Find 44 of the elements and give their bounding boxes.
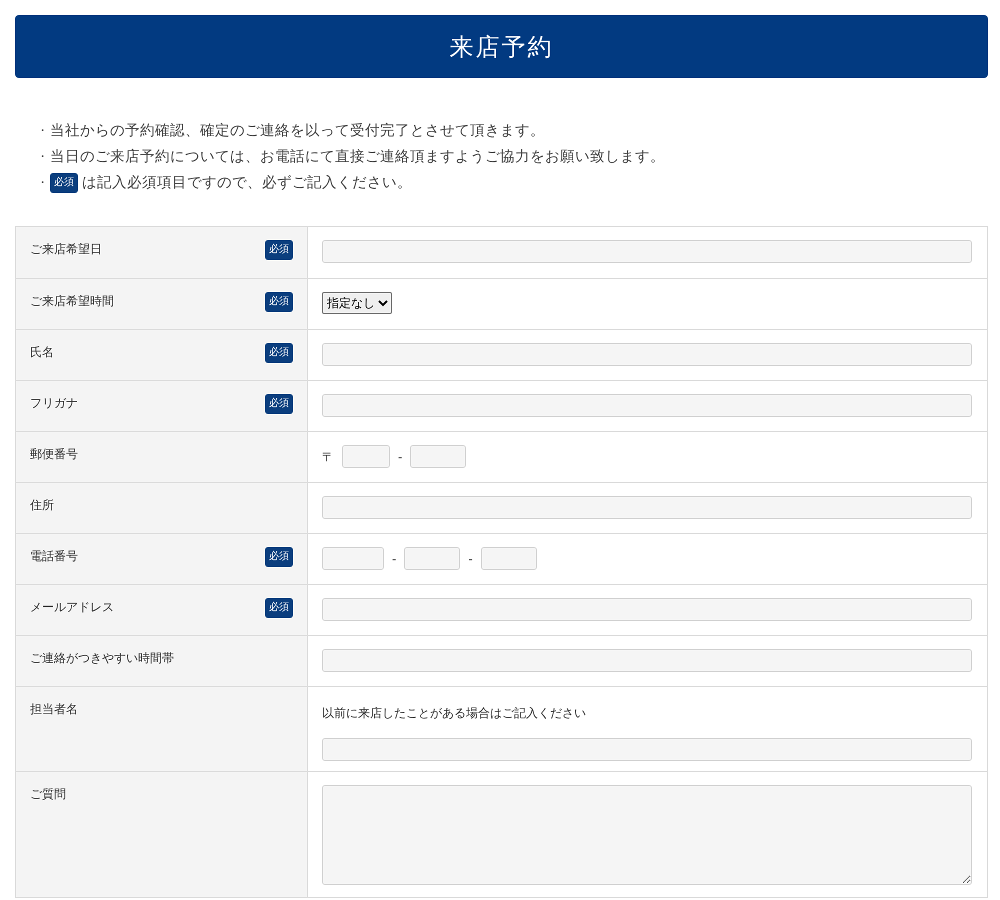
input-field[interactable] bbox=[322, 547, 384, 570]
required-badge: 必須 bbox=[265, 598, 293, 618]
field-label: フリガナ bbox=[30, 395, 78, 412]
input-field[interactable] bbox=[404, 547, 460, 570]
postal-mark: 〒 bbox=[322, 448, 334, 466]
note-text: は記入必須項目ですので、必ずご記入ください。 bbox=[82, 174, 412, 193]
input-field[interactable] bbox=[322, 343, 972, 366]
field-label: 住所 bbox=[30, 497, 54, 514]
required-badge: 必須 bbox=[265, 343, 293, 363]
hint-text: 以前に来店したことがある場合はご記入ください bbox=[322, 705, 587, 722]
field-label: 郵便番号 bbox=[30, 446, 78, 463]
input-field[interactable] bbox=[322, 394, 972, 417]
field-label: ご質問 bbox=[30, 786, 66, 803]
required-badge: 必須 bbox=[50, 173, 78, 193]
textarea-field[interactable] bbox=[322, 785, 972, 885]
field-label: ご連絡がつきやすい時間帯 bbox=[30, 650, 174, 667]
separator-text: - bbox=[392, 550, 396, 568]
required-badge: 必須 bbox=[265, 240, 293, 260]
input-field[interactable] bbox=[410, 445, 466, 468]
input-field[interactable] bbox=[322, 496, 972, 519]
page-title: 来店予約 bbox=[15, 15, 988, 78]
bullet-mark: ・ bbox=[37, 175, 48, 191]
input-field[interactable] bbox=[322, 738, 972, 761]
bullet-mark: ・ bbox=[37, 123, 48, 139]
note-text: 当社からの予約確認、確定のご連絡を以って受付完了とさせて頂きます。 bbox=[50, 122, 545, 141]
input-field[interactable] bbox=[322, 649, 972, 672]
time-select[interactable]: 指定なし bbox=[322, 292, 392, 314]
input-field[interactable] bbox=[480, 547, 537, 570]
bullet-mark: ・ bbox=[37, 149, 48, 165]
input-field[interactable] bbox=[342, 445, 390, 468]
note-text: 当日のご来店予約については、お電話にて直接ご連絡頂ますようご協力をお願い致します。 bbox=[50, 148, 665, 167]
required-badge: 必須 bbox=[265, 547, 293, 567]
field-label: ご来店希望日 bbox=[30, 241, 102, 258]
input-field[interactable] bbox=[322, 240, 972, 263]
field-label: 担当者名 bbox=[30, 701, 78, 718]
field-label: 電話番号 bbox=[30, 548, 78, 565]
input-field[interactable] bbox=[322, 598, 972, 621]
field-label: ご来店希望時間 bbox=[30, 293, 114, 310]
field-label: 氏名 bbox=[30, 344, 54, 361]
required-badge: 必須 bbox=[265, 292, 293, 312]
required-badge: 必須 bbox=[265, 394, 293, 414]
field-label: メールアドレス bbox=[30, 599, 114, 616]
separator-text: - bbox=[398, 448, 402, 466]
separator-text: - bbox=[468, 550, 473, 568]
